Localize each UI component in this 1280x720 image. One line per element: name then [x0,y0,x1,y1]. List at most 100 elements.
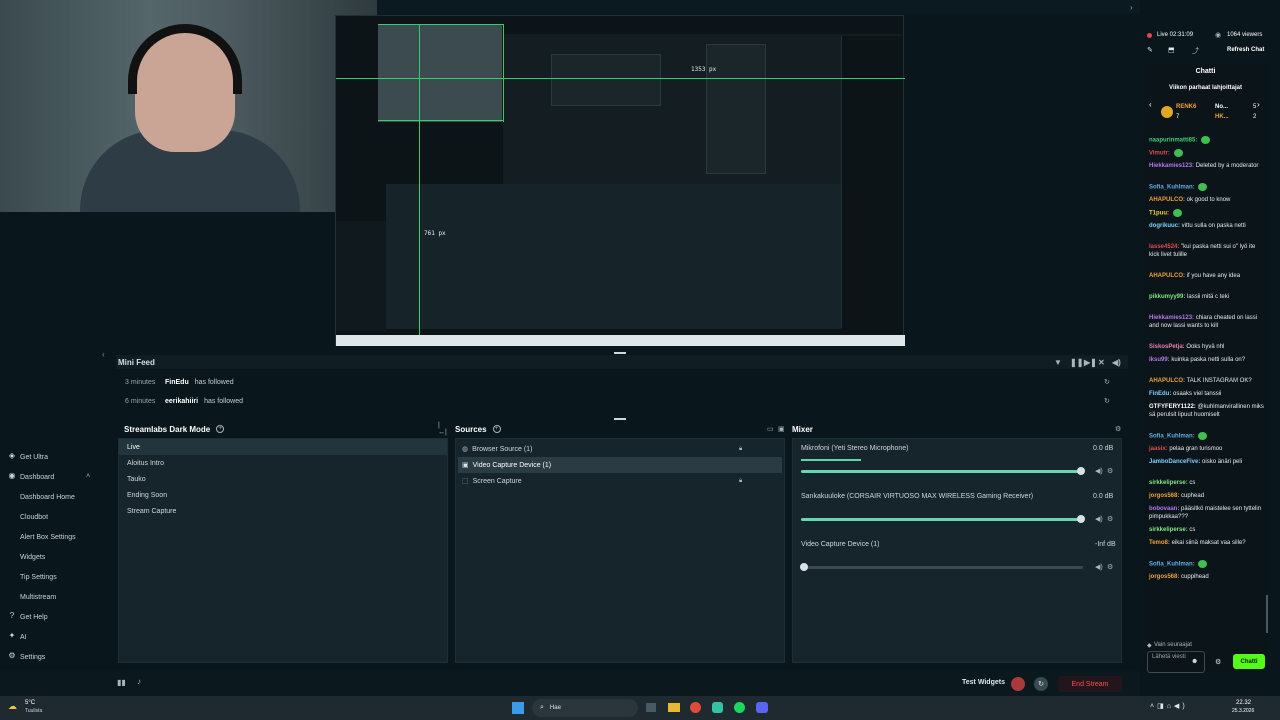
chat-username[interactable]: Vimutr: [1149,151,1170,157]
chat-username[interactable]: bobovaan: [1149,506,1179,512]
chat-username[interactable]: Hiekkamies123: [1149,163,1194,169]
chat-username[interactable]: Temo8: [1149,540,1170,546]
gear-icon[interactable]: ⚙ [1107,563,1113,571]
task-view-icon[interactable] [646,703,656,712]
weather-icon[interactable]: ☁ [8,701,17,712]
chat-username[interactable]: GTFYFERY1122: [1149,404,1196,410]
taskbar-search[interactable]: ⌕ Hae [532,699,638,717]
scene-item[interactable]: Ending Soon [119,487,447,503]
repeat-icon[interactable]: ↻ [1104,397,1110,405]
chat-username[interactable]: sirkkeliperse: [1149,527,1188,533]
source-item[interactable]: ▣ Video Capture Device (1) [458,457,782,473]
stats-icon[interactable]: ▮▮ [117,678,126,687]
chevron-right-icon[interactable]: › [1130,3,1133,12]
source-item[interactable]: ⬚ Screen Capture 🔒︎ [458,473,782,489]
popout-icon[interactable]: ⬒ [1168,46,1175,54]
volume-knob[interactable] [1077,515,1085,523]
scene-item[interactable]: Tauko [119,471,447,487]
speaker-icon[interactable]: ◀) [1095,515,1103,523]
scene-item[interactable]: Live [119,439,447,455]
chat-username[interactable]: T1puu: [1149,211,1169,217]
gear-icon[interactable]: ⚙ [1107,467,1113,475]
share-icon[interactable]: ⤴ [1192,46,1199,56]
nav-alert-box-settings[interactable]: Alert Box Settings [20,531,76,543]
speaker-icon[interactable]: ◀) [1095,563,1103,571]
scene-item[interactable]: Aloitus Intro [119,455,447,471]
add-scene-icon[interactable]: + [216,425,225,433]
collapse-left-icon[interactable]: ‹ [102,350,105,359]
chat-username[interactable]: Hiekkamies123: [1149,315,1194,321]
lock-icon[interactable]: 🔒︎ [739,446,742,453]
nav-multistream[interactable]: Multistream [20,591,56,603]
tray-icons[interactable]: ˄◨⌂◀) [1150,702,1188,710]
chat-username[interactable]: Sofia_Kuhlman: [1149,185,1195,191]
repeat-icon[interactable]: ↻ [1104,378,1110,386]
chat-username[interactable]: dogrikuuc: [1149,223,1180,229]
chat-username[interactable]: naapurinmatti85: [1149,138,1197,144]
source-item[interactable]: ◍ Browser Source (1) 🔒︎ [458,441,782,457]
get-ultra-link[interactable]: Get Ultra [20,451,48,463]
nav-widgets[interactable]: Widgets [20,551,45,563]
volume-knob[interactable] [800,563,808,571]
stream-preview[interactable]: 1353 px 761 px [335,15,905,346]
refresh-chat-button[interactable]: Refresh Chat [1227,47,1264,53]
record-icon[interactable] [1011,677,1025,691]
gear-icon[interactable]: ⚙ [1107,515,1113,523]
bell-icon[interactable]: ♪ [137,677,141,686]
chat-username[interactable]: sirkkeliperse: [1149,480,1188,486]
chevron-up-icon[interactable]: ˄ [86,473,90,480]
filter-icon[interactable]: ▼ [1054,358,1062,367]
folder-icon[interactable]: ▭ [767,425,774,433]
discord-icon[interactable] [756,702,768,713]
skip-icon[interactable]: ▶❚ [1084,358,1097,367]
send-chat-button[interactable]: Chatti [1233,654,1265,669]
speaker-icon[interactable]: ◀) [1095,467,1103,475]
chat-username[interactable]: Sofia_Kuhlman: [1149,434,1195,440]
group-icon[interactable]: ▣ [778,425,785,433]
chat-username[interactable]: jorgos568: [1149,493,1179,499]
chat-settings-icon[interactable]: ⚙ [1215,658,1221,666]
edit-icon[interactable]: ✎ [1147,46,1153,54]
volume-icon[interactable]: ◀) [1112,358,1121,367]
chevron-right-icon[interactable]: › [1257,100,1260,109]
streamlabs-icon[interactable] [712,702,723,713]
chat-username[interactable]: JamboDanceFive: [1149,459,1200,465]
scene-item[interactable]: Stream Capture [119,503,447,519]
get-help-link[interactable]: Get Help [20,611,48,623]
nav-tip-settings[interactable]: Tip Settings [20,571,57,583]
scene-transition-icon[interactable]: |↔| [438,422,448,436]
chat-username[interactable]: Sofia_Kuhlman: [1149,562,1195,568]
spotify-icon[interactable] [734,702,745,713]
nav-dashboard-home[interactable]: Dashboard Home [20,491,75,503]
chat-username[interactable]: jorgos568: [1149,574,1179,580]
resize-handle[interactable] [614,352,626,354]
chat-username[interactable]: FinEdu: [1149,391,1171,397]
chat-scrollbar[interactable] [1266,595,1268,633]
start-icon[interactable] [512,702,524,714]
pause-icon[interactable]: ❚❚ [1070,358,1083,367]
gear-icon[interactable]: ⚙ [1115,425,1121,433]
volume-track[interactable] [801,566,1083,569]
chat-username[interactable]: AHAPULCO: [1149,197,1185,203]
nav-cloudbot[interactable]: Cloudbot [20,511,48,523]
mute-icon[interactable]: ✕ [1098,358,1105,367]
chat-username[interactable]: jaasix: [1149,446,1168,452]
chat-username[interactable]: pikkumyy99: [1149,294,1185,300]
add-source-icon[interactable]: + [492,425,501,433]
settings-link[interactable]: Settings [20,651,45,663]
dashboard-link[interactable]: Dashboard [20,471,54,483]
lock-icon[interactable]: 🔒︎ [739,478,742,485]
chevron-left-icon[interactable]: ‹ [1149,100,1152,109]
chat-username[interactable]: AHAPULCO: [1149,378,1185,384]
ai-link[interactable]: AI [20,631,27,643]
chat-username[interactable]: AHAPULCO: [1149,273,1185,279]
volume-knob[interactable] [1077,467,1085,475]
replay-icon[interactable]: ↻ [1034,677,1048,691]
chat-username[interactable]: SiskosPetja: [1149,344,1185,350]
test-widgets-button[interactable]: Test Widgets [962,679,1005,686]
chat-username[interactable]: Iksu99: [1149,357,1170,363]
resize-handle[interactable] [614,418,626,420]
file-explorer-icon[interactable] [668,703,680,712]
end-stream-button[interactable]: End Stream [1058,676,1122,692]
chat-username[interactable]: lasse4524: [1149,244,1179,250]
